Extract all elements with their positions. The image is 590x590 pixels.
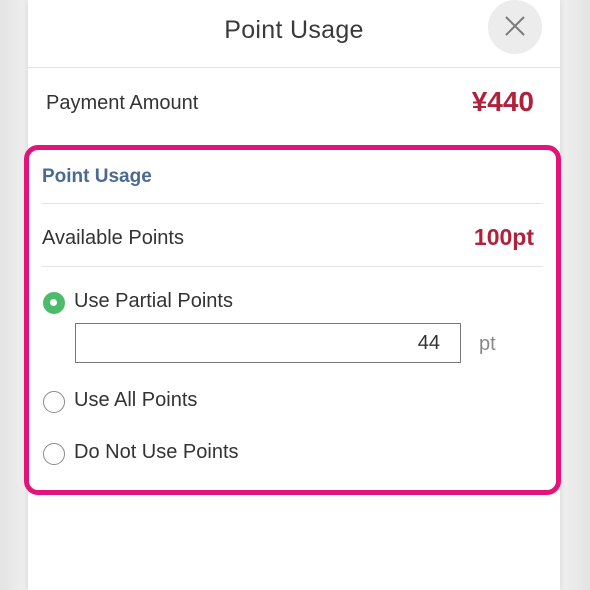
payment-amount-value: ¥440 bbox=[471, 86, 534, 117]
radio-unselected-icon[interactable] bbox=[43, 391, 65, 413]
close-button[interactable] bbox=[488, 0, 542, 54]
divider bbox=[42, 266, 543, 267]
dialog-header: Point Usage bbox=[28, 0, 560, 68]
point-usage-dialog: Point Usage Payment Amount ¥440 Point Us… bbox=[24, 0, 561, 590]
section-title: Point Usage bbox=[42, 166, 152, 187]
divider bbox=[42, 203, 543, 204]
dialog-title: Point Usage bbox=[224, 16, 364, 44]
radio-selected-icon[interactable] bbox=[43, 292, 65, 314]
radio-unselected-icon[interactable] bbox=[43, 443, 65, 465]
points-unit-label: pt bbox=[479, 333, 496, 355]
option-label: Do Not Use Points bbox=[74, 441, 239, 463]
option-label: Use Partial Points bbox=[74, 290, 233, 312]
available-points-value: 100pt bbox=[473, 224, 534, 250]
option-do-not-use-points[interactable]: Do Not Use Points bbox=[43, 441, 283, 471]
option-use-partial-points[interactable]: Use Partial Points bbox=[43, 290, 303, 320]
close-icon bbox=[505, 16, 525, 36]
available-points-label: Available Points bbox=[42, 227, 184, 249]
option-label: Use All Points bbox=[74, 389, 198, 411]
payment-amount-label: Payment Amount bbox=[46, 92, 199, 114]
partial-points-input[interactable] bbox=[75, 323, 461, 363]
point-usage-card: Point Usage Available Points 100pt Use P… bbox=[24, 145, 561, 495]
option-use-all-points[interactable]: Use All Points bbox=[43, 389, 263, 419]
payment-amount-row: Payment Amount ¥440 bbox=[28, 68, 560, 140]
background-right bbox=[560, 0, 590, 590]
